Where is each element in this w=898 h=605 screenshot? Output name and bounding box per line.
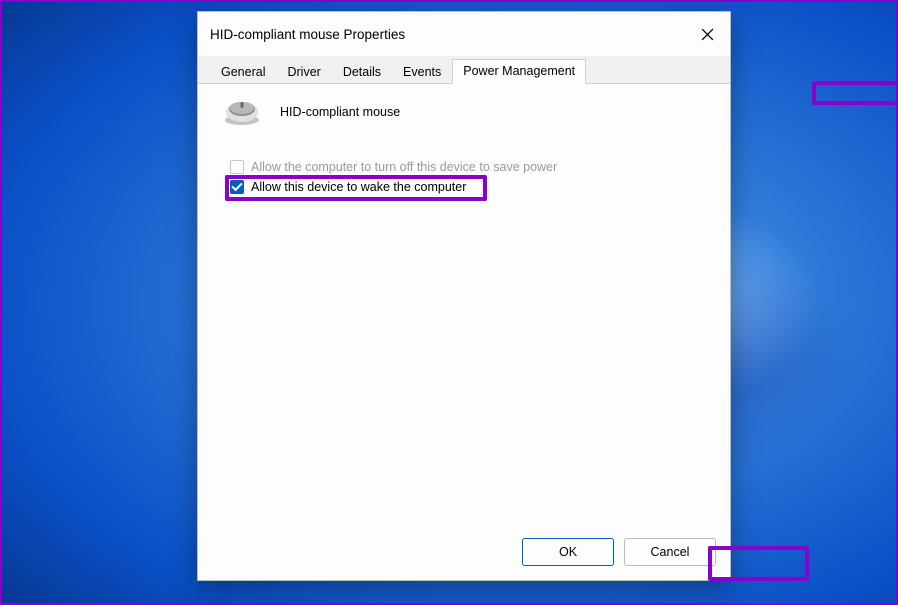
device-name-label: HID-compliant mouse (280, 105, 400, 119)
turn-off-label: Allow the computer to turn off this devi… (251, 160, 557, 174)
tab-events[interactable]: Events (392, 60, 452, 84)
titlebar: HID-compliant mouse Properties (198, 12, 730, 56)
properties-dialog: HID-compliant mouse Properties General D… (197, 11, 731, 581)
cancel-button[interactable]: Cancel (624, 538, 716, 566)
tab-details[interactable]: Details (332, 60, 392, 84)
tab-power-management[interactable]: Power Management (452, 59, 586, 84)
close-button[interactable] (684, 12, 730, 56)
option-turn-off-device: Allow the computer to turn off this devi… (230, 160, 710, 174)
tab-strip: General Driver Details Events Power Mana… (198, 56, 730, 84)
tab-driver[interactable]: Driver (276, 60, 331, 84)
window-title: HID-compliant mouse Properties (210, 27, 405, 42)
wake-label: Allow this device to wake the computer (251, 180, 466, 194)
device-header: HID-compliant mouse (222, 98, 710, 126)
tab-content-power-management: HID-compliant mouse Allow the computer t… (198, 84, 730, 526)
checkbox-wake[interactable] (230, 180, 244, 194)
mouse-icon (222, 98, 262, 126)
dialog-footer: OK Cancel (198, 526, 730, 580)
ok-button[interactable]: OK (522, 538, 614, 566)
checkbox-turn-off (230, 160, 244, 174)
close-icon (701, 28, 714, 41)
option-wake-computer[interactable]: Allow this device to wake the computer (230, 180, 710, 194)
tab-general[interactable]: General (210, 60, 276, 84)
